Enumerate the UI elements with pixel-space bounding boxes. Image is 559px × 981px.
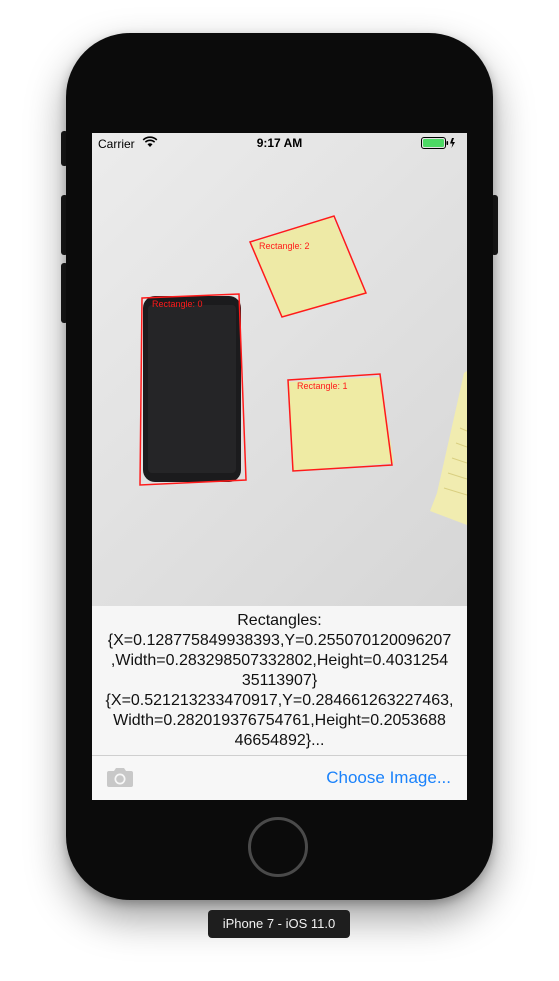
choose-image-button[interactable]: Choose Image... (326, 768, 451, 788)
results-line: {X=0.128775849938393,Y=0.255070120096207 (107, 632, 452, 649)
phone-screen: Rectangle: 2 Rectangle: 0 Rectangle: 1 C… (92, 133, 467, 800)
detection-label-2: Rectangle: 2 (259, 241, 310, 251)
photo-canvas: Rectangle: 2 Rectangle: 0 Rectangle: 1 (139, 215, 467, 525)
bottom-toolbar: Choose Image... (92, 755, 467, 800)
status-time: 9:17 AM (256, 136, 303, 150)
results-line: 46654892}... (234, 732, 325, 749)
results-line: {X=0.521213233470917,Y=0.284661263227463… (105, 692, 454, 709)
results-line: Width=0.282019376754761,Height=0.2053688 (113, 712, 446, 729)
camera-icon[interactable] (106, 766, 136, 790)
detection-label-0: Rectangle: 0 (152, 299, 203, 309)
results-line: ,Width=0.283298507332802,Height=0.403125… (110, 652, 449, 669)
status-bar: Carrier 9:17 AM (92, 133, 467, 153)
sticky-note-2 (251, 217, 366, 317)
detection-label-1: Rectangle: 1 (297, 381, 348, 391)
photo-view: Rectangle: 2 Rectangle: 0 Rectangle: 1 (92, 133, 467, 606)
results-line: 35113907} (241, 672, 318, 689)
results-text-view: Rectangles: {X=0.128775849938393,Y=0.255… (92, 609, 467, 755)
home-button[interactable] (248, 817, 308, 877)
simulator-stage: Rectangle: 2 Rectangle: 0 Rectangle: 1 C… (0, 0, 559, 981)
sticky-note-1 (288, 377, 394, 471)
black-phone (143, 296, 241, 482)
results-heading: Rectangles: (237, 612, 322, 629)
battery-icon (421, 137, 457, 152)
simulator-device-label: iPhone 7 - iOS 11.0 (208, 910, 350, 938)
yellow-notepad (430, 371, 467, 525)
